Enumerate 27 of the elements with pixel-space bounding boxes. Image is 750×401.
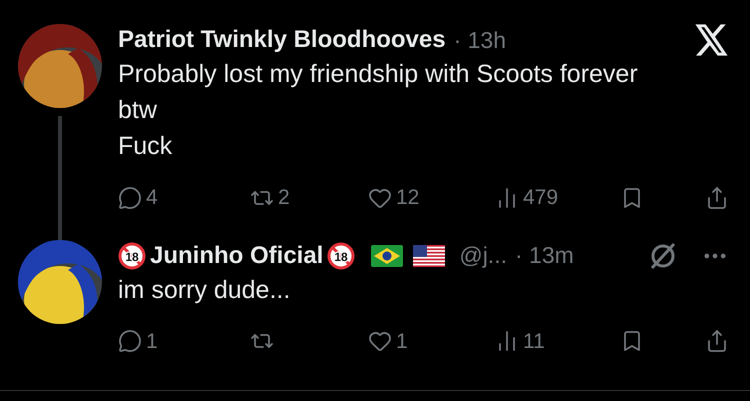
author-name[interactable]: Juninho Oficial: [150, 238, 324, 274]
post-text: im sorry dude...: [118, 274, 292, 306]
post-text: Fuck: [118, 131, 174, 162]
share-button[interactable]: [705, 186, 729, 210]
slashed-circle-icon[interactable]: [649, 242, 677, 270]
reply-button[interactable]: 1: [118, 326, 158, 357]
heart-icon: [368, 329, 392, 354]
x-logo-icon[interactable]: [695, 24, 729, 56]
like-button[interactable]: 12: [368, 182, 420, 214]
post-text: btw: [118, 95, 158, 126]
like-button[interactable]: 1: [368, 326, 408, 357]
share-button[interactable]: [705, 329, 729, 354]
reply-icon: [118, 186, 142, 210]
reply-button[interactable]: 4: [118, 182, 158, 214]
views-button[interactable]: 479: [495, 182, 558, 214]
share-icon: [705, 186, 729, 210]
post-time: · 13m: [514, 241, 574, 270]
author-name[interactable]: Patriot Twinkly Bloodhooves: [118, 22, 446, 58]
post-text: Probably lost my friendship with Scoots forever: [118, 59, 639, 90]
share-icon: [705, 329, 729, 354]
brazil-flag-icon: [371, 244, 404, 266]
us-flag-icon: [413, 244, 446, 266]
reply-icon: [118, 329, 142, 354]
repost-button[interactable]: 2: [250, 182, 290, 214]
post-time: · 13h: [454, 26, 506, 55]
views-button[interactable]: 11: [495, 326, 545, 357]
author-handle: @j...: [459, 241, 507, 270]
